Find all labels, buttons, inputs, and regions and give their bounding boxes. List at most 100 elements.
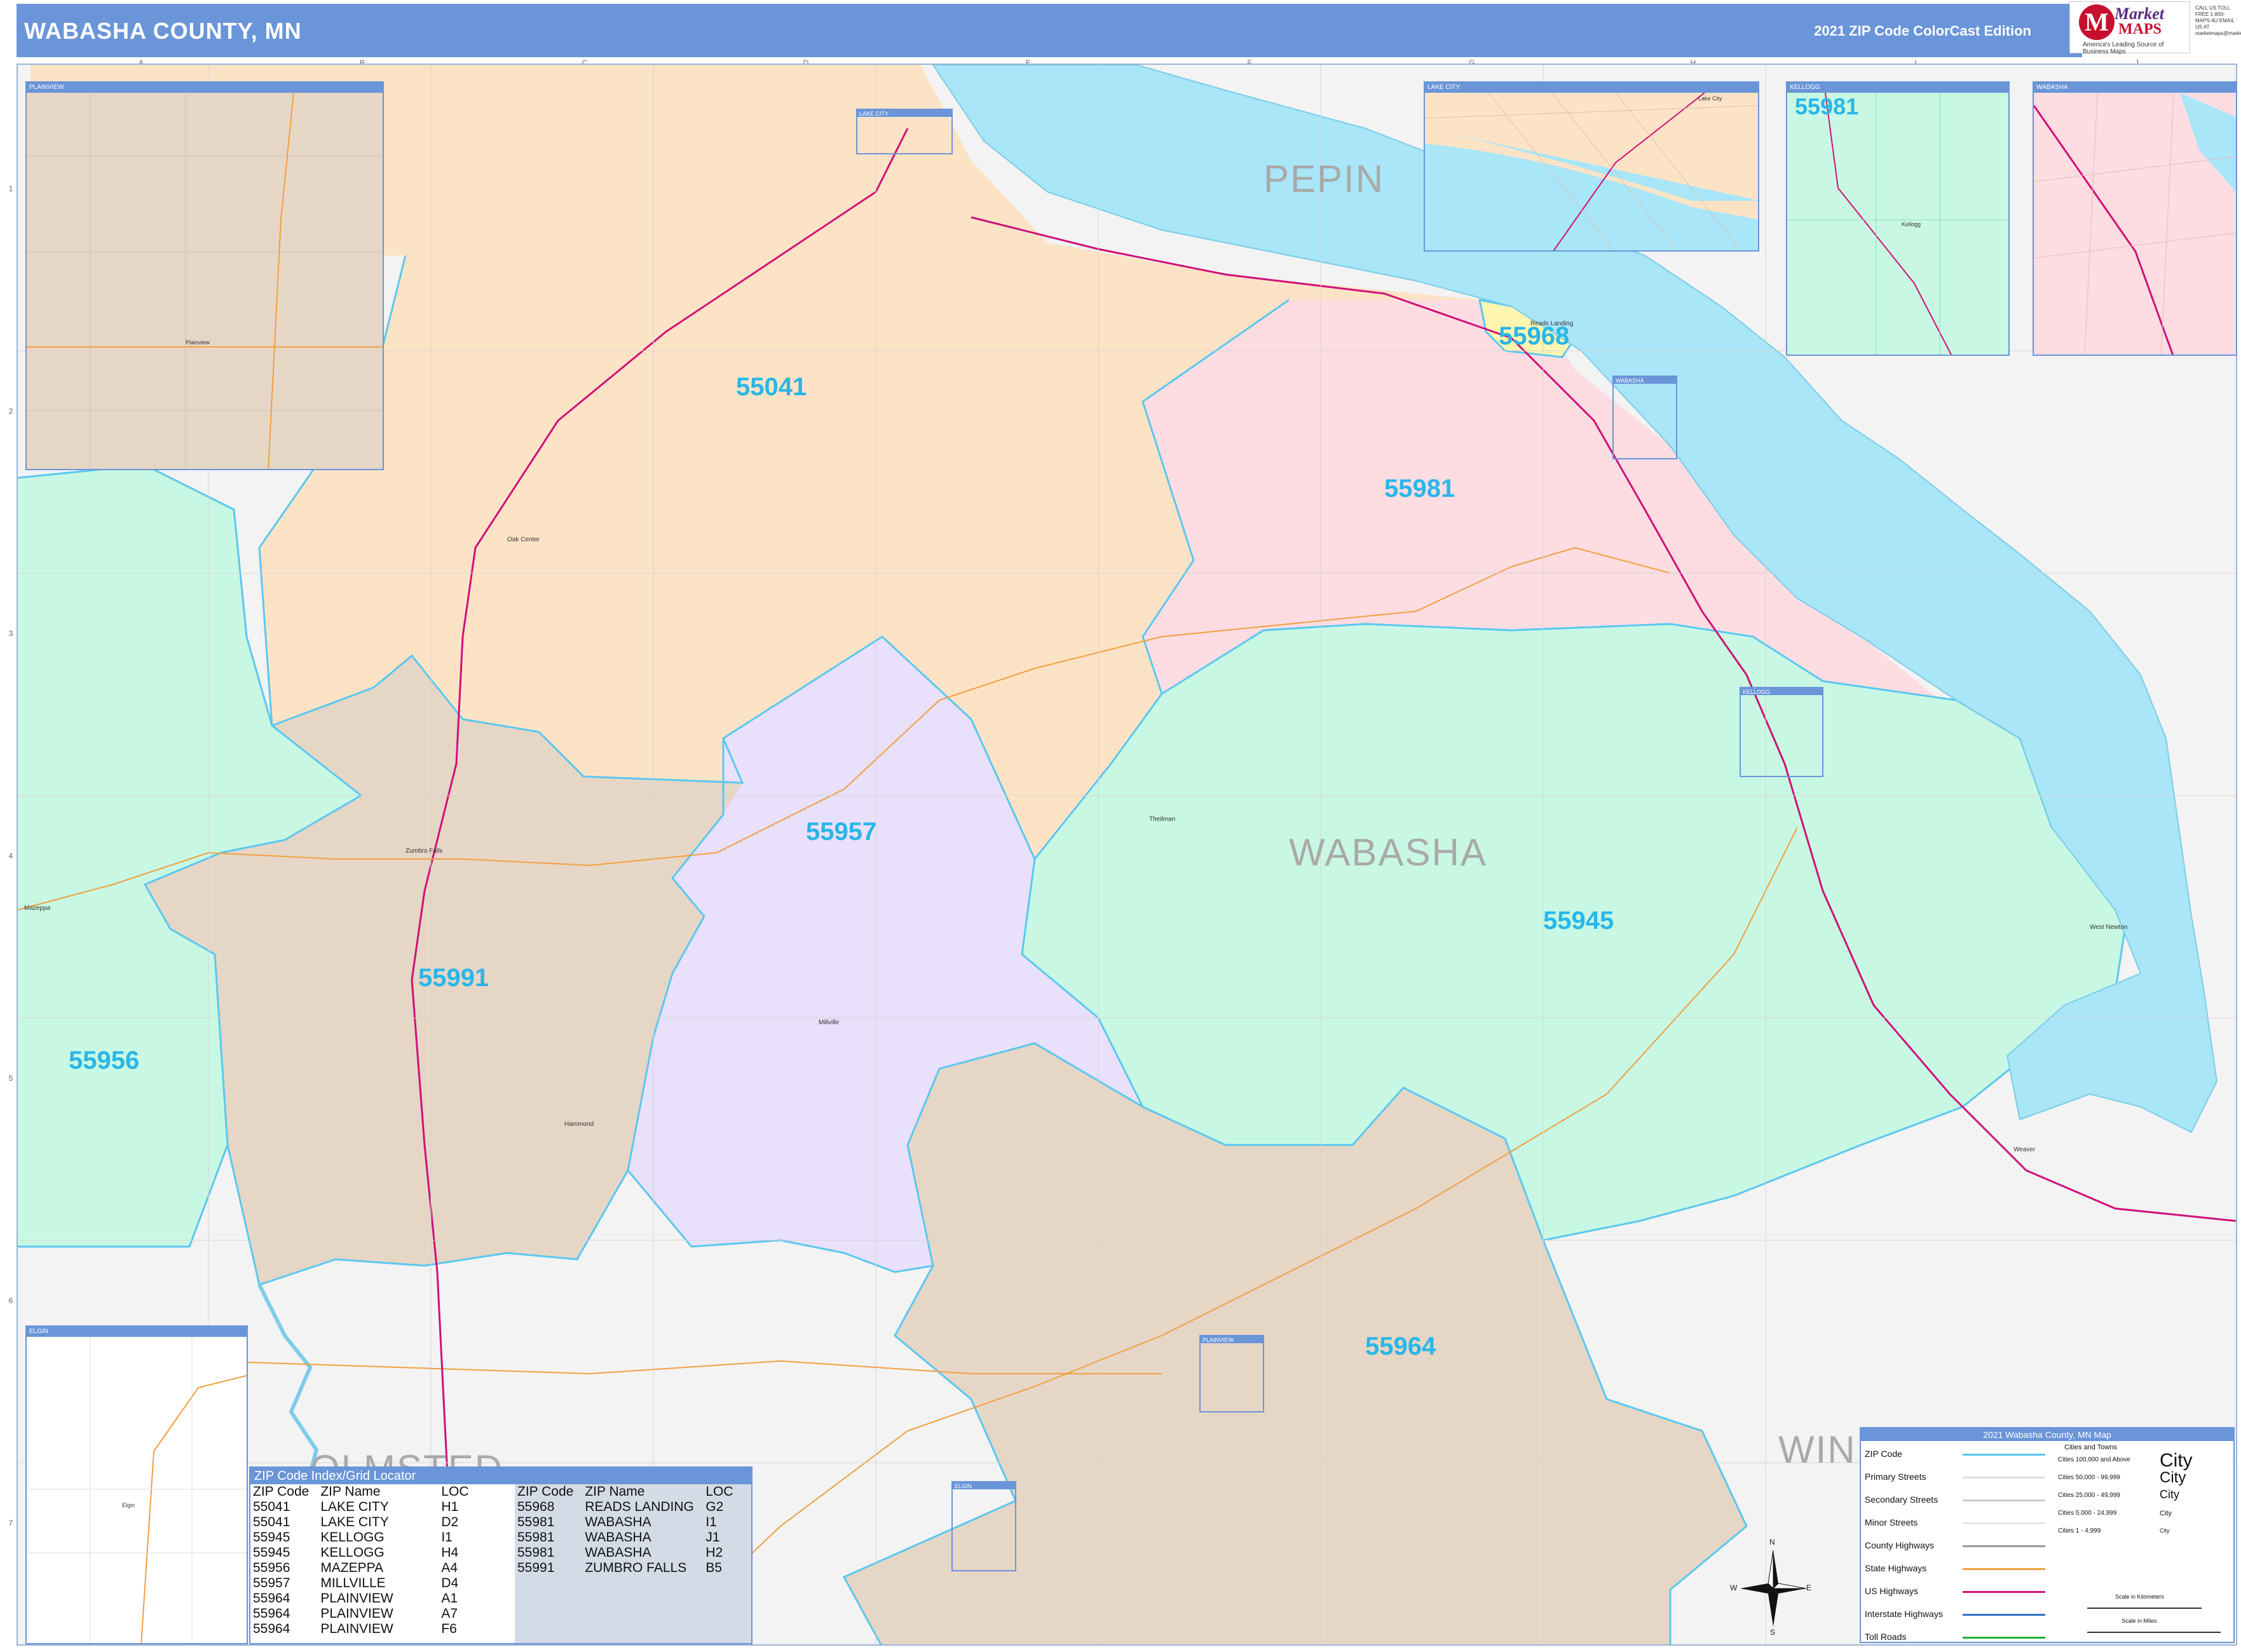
zip-label-55945: 55945 — [1543, 907, 1614, 935]
zip-label-55957: 55957 — [806, 818, 876, 846]
header-name: ZIP Name — [320, 1484, 381, 1499]
table-row[interactable]: 55981 WABASHA J1 — [515, 1530, 736, 1545]
compass-rose: N S E W — [1730, 1538, 1812, 1639]
table-row[interactable]: 55957 MILLVILLE D4 — [250, 1576, 472, 1591]
header-zip: ZIP Code — [253, 1484, 310, 1499]
cell-loc: J1 — [705, 1530, 720, 1545]
locator-plainview: PLAINVIEW — [1202, 1337, 1234, 1343]
inset-map: 55981 — [1787, 93, 2008, 355]
cell-loc: D4 — [441, 1576, 459, 1590]
zip-label-55956: 55956 — [69, 1046, 139, 1074]
table-row[interactable]: 55041 LAKE CITY D2 — [250, 1515, 472, 1530]
scale-km-label: Scale in Kilometers — [2115, 1594, 2165, 1600]
cell-zip: 55956 — [253, 1561, 290, 1575]
city-sample: City — [2160, 1469, 2186, 1486]
legend-item: Secondary Streets — [1861, 1489, 2052, 1512]
inset-plainview[interactable]: PLAINVIEW Plainview — [25, 81, 384, 470]
cell-zip: 55981 — [517, 1545, 555, 1560]
inset-lake-city[interactable]: LAKE CITY Lake City — [1424, 81, 1759, 252]
city-range: Cities 1 - 4,999 — [2058, 1527, 2101, 1534]
grid-row-label: 4 — [8, 851, 13, 860]
legend-item: Toll Roads — [1861, 1627, 2052, 1649]
cell-zip: 55981 — [517, 1530, 555, 1545]
cell-name: WABASHA — [585, 1515, 651, 1529]
place-hammond: Hammond — [564, 1121, 594, 1128]
cell-zip: 55957 — [253, 1576, 290, 1590]
grid-row-label: 7 — [8, 1519, 13, 1527]
table-row[interactable]: 55964 PLAINVIEW A1 — [250, 1591, 472, 1606]
inset-elgin[interactable]: ELGIN Elgin — [25, 1325, 248, 1644]
cell-name: MILLVILLE — [320, 1576, 386, 1590]
header-loc: LOC — [441, 1484, 469, 1499]
table-row[interactable]: 55945 KELLOGG H4 — [250, 1545, 472, 1561]
inset-kellogg[interactable]: KELLOGG 55981 Kellogg — [1786, 81, 2010, 356]
place-zumbro-falls: Zumbro Falls — [405, 848, 442, 855]
cell-zip: 55964 — [253, 1606, 290, 1621]
legend-title: 2021 Wabasha County, MN Map — [1861, 1428, 2233, 1441]
place-millville: Millville — [819, 1019, 840, 1026]
cell-name: LAKE CITY — [320, 1500, 389, 1514]
cell-zip: 55041 — [253, 1500, 290, 1514]
index-header-row: ZIP Code ZIP Name LOC — [250, 1484, 472, 1500]
cell-loc: A7 — [441, 1606, 458, 1621]
cell-name: KELLOGG — [320, 1530, 385, 1545]
grid-row-label: 3 — [8, 629, 13, 638]
city-sample: City — [2160, 1527, 2170, 1534]
cell-loc: A1 — [441, 1591, 458, 1606]
cell-zip: 55981 — [517, 1515, 555, 1529]
cell-loc: F6 — [441, 1622, 457, 1636]
legend-item: Primary Streets — [1861, 1466, 2052, 1489]
title-bar: WABASHA COUNTY, MN 2021 ZIP Code ColorCa… — [17, 4, 2082, 57]
table-row[interactable]: 55956 MAZEPPA A4 — [250, 1561, 472, 1576]
header-zip: ZIP Code — [517, 1484, 574, 1499]
city-sample: City — [2160, 1510, 2172, 1517]
compass-e: E — [1806, 1583, 1812, 1592]
city-sample: City — [2160, 1450, 2193, 1471]
header-loc: LOC — [705, 1484, 733, 1499]
table-row[interactable]: 55964 PLAINVIEW F6 — [250, 1622, 472, 1637]
cell-loc: H1 — [441, 1500, 459, 1514]
cell-name: PLAINVIEW — [320, 1591, 393, 1606]
compass-w: W — [1730, 1583, 1738, 1592]
legend-item: Interstate Highways — [1861, 1604, 2052, 1627]
index-table-left: ZIP Code ZIP Name LOC 55041 LAKE CITY H1 5… — [250, 1484, 472, 1637]
zip-index-table: ZIP Code Index/Grid Locator ZIP Code ZIP… — [249, 1466, 753, 1644]
market-maps-logo: M Market MAPS America's Leading Source o… — [2069, 1, 2190, 55]
cell-name: MAZEPPA — [320, 1561, 384, 1575]
logo-brand-bottom: MAPS — [2118, 21, 2162, 37]
inset-wabasha[interactable]: WABASHA — [2033, 81, 2237, 356]
city-sample: City — [2160, 1488, 2179, 1501]
table-row[interactable]: 55991 ZUMBRO FALLS B5 — [515, 1561, 736, 1576]
compass-icon — [1740, 1550, 1807, 1627]
header-name: ZIP Name — [585, 1484, 645, 1499]
logo-tagline: America's Leading Source of Business Map… — [2083, 41, 2164, 55]
grid-row-label: 2 — [8, 407, 13, 416]
table-row[interactable]: 55945 KELLOGG I1 — [250, 1530, 472, 1545]
cell-name: READS LANDING — [585, 1500, 694, 1514]
table-row[interactable]: 55041 LAKE CITY H1 — [250, 1500, 472, 1515]
index-table-right: ZIP Code ZIP Name LOC 55968 READS LANDING… — [515, 1484, 751, 1643]
map-legend: 2021 Wabasha County, MN Map ZIP Code Pri… — [1860, 1427, 2235, 1643]
inset-title: ELGIN — [27, 1327, 247, 1337]
table-row[interactable]: 55981 WABASHA I1 — [515, 1515, 736, 1530]
legend-item: ZIP Code — [1861, 1444, 2052, 1466]
cell-loc: B5 — [705, 1561, 723, 1575]
cell-loc: D2 — [441, 1515, 459, 1529]
cell-name: WABASHA — [585, 1545, 651, 1560]
table-row[interactable]: 55981 WABASHA H2 — [515, 1545, 736, 1561]
legend-item: State Highways — [1861, 1558, 2052, 1581]
place-oak-center: Oak Center — [507, 536, 540, 543]
inset-place-label: Kellogg — [1902, 221, 1921, 227]
table-row[interactable]: 55964 PLAINVIEW A7 — [250, 1606, 472, 1622]
cell-loc: H2 — [705, 1545, 723, 1560]
city-range: Cities 25,000 - 49,999 — [2058, 1492, 2120, 1499]
table-row[interactable]: 55968 READS LANDING G2 — [515, 1500, 736, 1515]
inset-place-label: Lake City — [1698, 95, 1722, 102]
grid-row-label: 1 — [8, 184, 13, 193]
index-header-row: ZIP Code ZIP Name LOC — [515, 1484, 736, 1500]
county-label-pepin: PEPIN — [1264, 158, 1384, 200]
legend-item: Minor Streets — [1861, 1512, 2052, 1535]
cell-loc: G2 — [705, 1500, 724, 1514]
index-table-title: ZIP Code Index/Grid Locator — [250, 1468, 751, 1484]
inset-title: PLAINVIEW — [27, 83, 383, 93]
